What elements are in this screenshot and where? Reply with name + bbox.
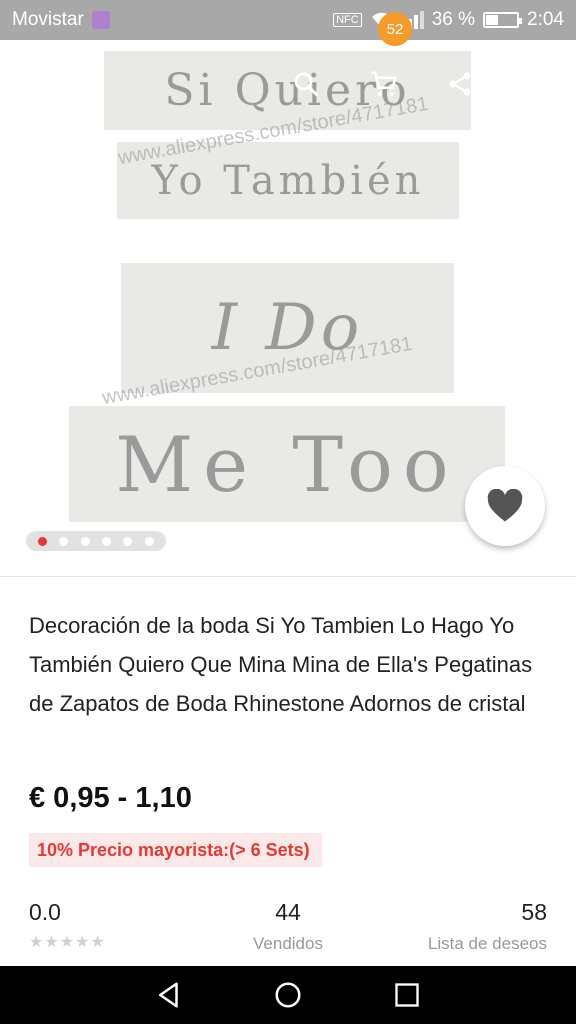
app-notification-icon <box>91 11 110 29</box>
heart-icon <box>487 489 523 522</box>
nav-home-button[interactable] <box>264 971 312 1019</box>
divider <box>0 576 576 577</box>
search-icon <box>294 72 319 97</box>
wishlist-block[interactable]: 58 Lista de deseos <box>428 899 547 954</box>
top-toolbar <box>0 40 576 126</box>
share-button[interactable] <box>436 60 484 108</box>
sticker-image-4: Me Too <box>69 406 505 522</box>
pager-dot[interactable] <box>38 536 48 546</box>
cart-icon <box>371 71 397 97</box>
pager-dot[interactable] <box>59 536 69 546</box>
product-price: € 0,95 - 1,10 <box>29 782 192 814</box>
rating-stars: ★★★★★ <box>29 934 106 951</box>
back-arrow-icon <box>34 74 54 94</box>
nav-home-icon <box>275 982 301 1008</box>
back-button[interactable] <box>20 60 68 108</box>
wishlist-button[interactable] <box>465 466 545 546</box>
nfc-icon: NFC <box>333 13 362 27</box>
more-options-button[interactable] <box>514 60 562 108</box>
product-stats: 0.0 ★★★★★ 44 Vendidos 58 Lista de deseos <box>0 897 576 957</box>
cart-button[interactable] <box>360 60 408 108</box>
wishlist-label: Lista de deseos <box>427 934 547 953</box>
more-vertical-icon <box>535 71 541 97</box>
rating-value: 0.0 <box>29 899 61 925</box>
battery-icon <box>483 12 523 28</box>
pager-dot[interactable] <box>144 536 154 546</box>
sold-count: 44 <box>275 899 301 925</box>
nav-back-icon <box>159 982 179 1008</box>
wishlist-count: 58 <box>521 899 547 925</box>
clock: 2:04 <box>527 9 564 30</box>
nav-back-button[interactable] <box>145 971 193 1019</box>
cart-count-badge: 52 <box>378 12 412 46</box>
pager-dot[interactable] <box>102 536 112 546</box>
status-bar: Movistar NFC 36 % 2:04 <box>0 0 576 40</box>
battery-percent: 36 % <box>431 9 476 30</box>
wholesale-badge[interactable]: 10% Precio mayorista:(> 6 Sets) <box>29 833 322 867</box>
system-nav-bar <box>0 966 576 1024</box>
pager-dot[interactable] <box>80 536 90 546</box>
share-icon <box>449 72 471 96</box>
sold-block: 44 Vendidos <box>248 899 328 954</box>
sold-label: Vendidos <box>253 934 323 953</box>
pager-dot[interactable] <box>123 536 133 546</box>
search-button[interactable] <box>282 60 330 108</box>
carrier-name: Movistar <box>12 9 84 30</box>
rating-block[interactable]: 0.0 ★★★★★ <box>29 899 106 952</box>
nav-recents-button[interactable] <box>383 971 431 1019</box>
product-title: Decoración de la boda Si Yo Tambien Lo H… <box>29 613 533 716</box>
nav-recents-icon <box>394 983 419 1007</box>
image-pager-dots[interactable] <box>26 531 166 551</box>
